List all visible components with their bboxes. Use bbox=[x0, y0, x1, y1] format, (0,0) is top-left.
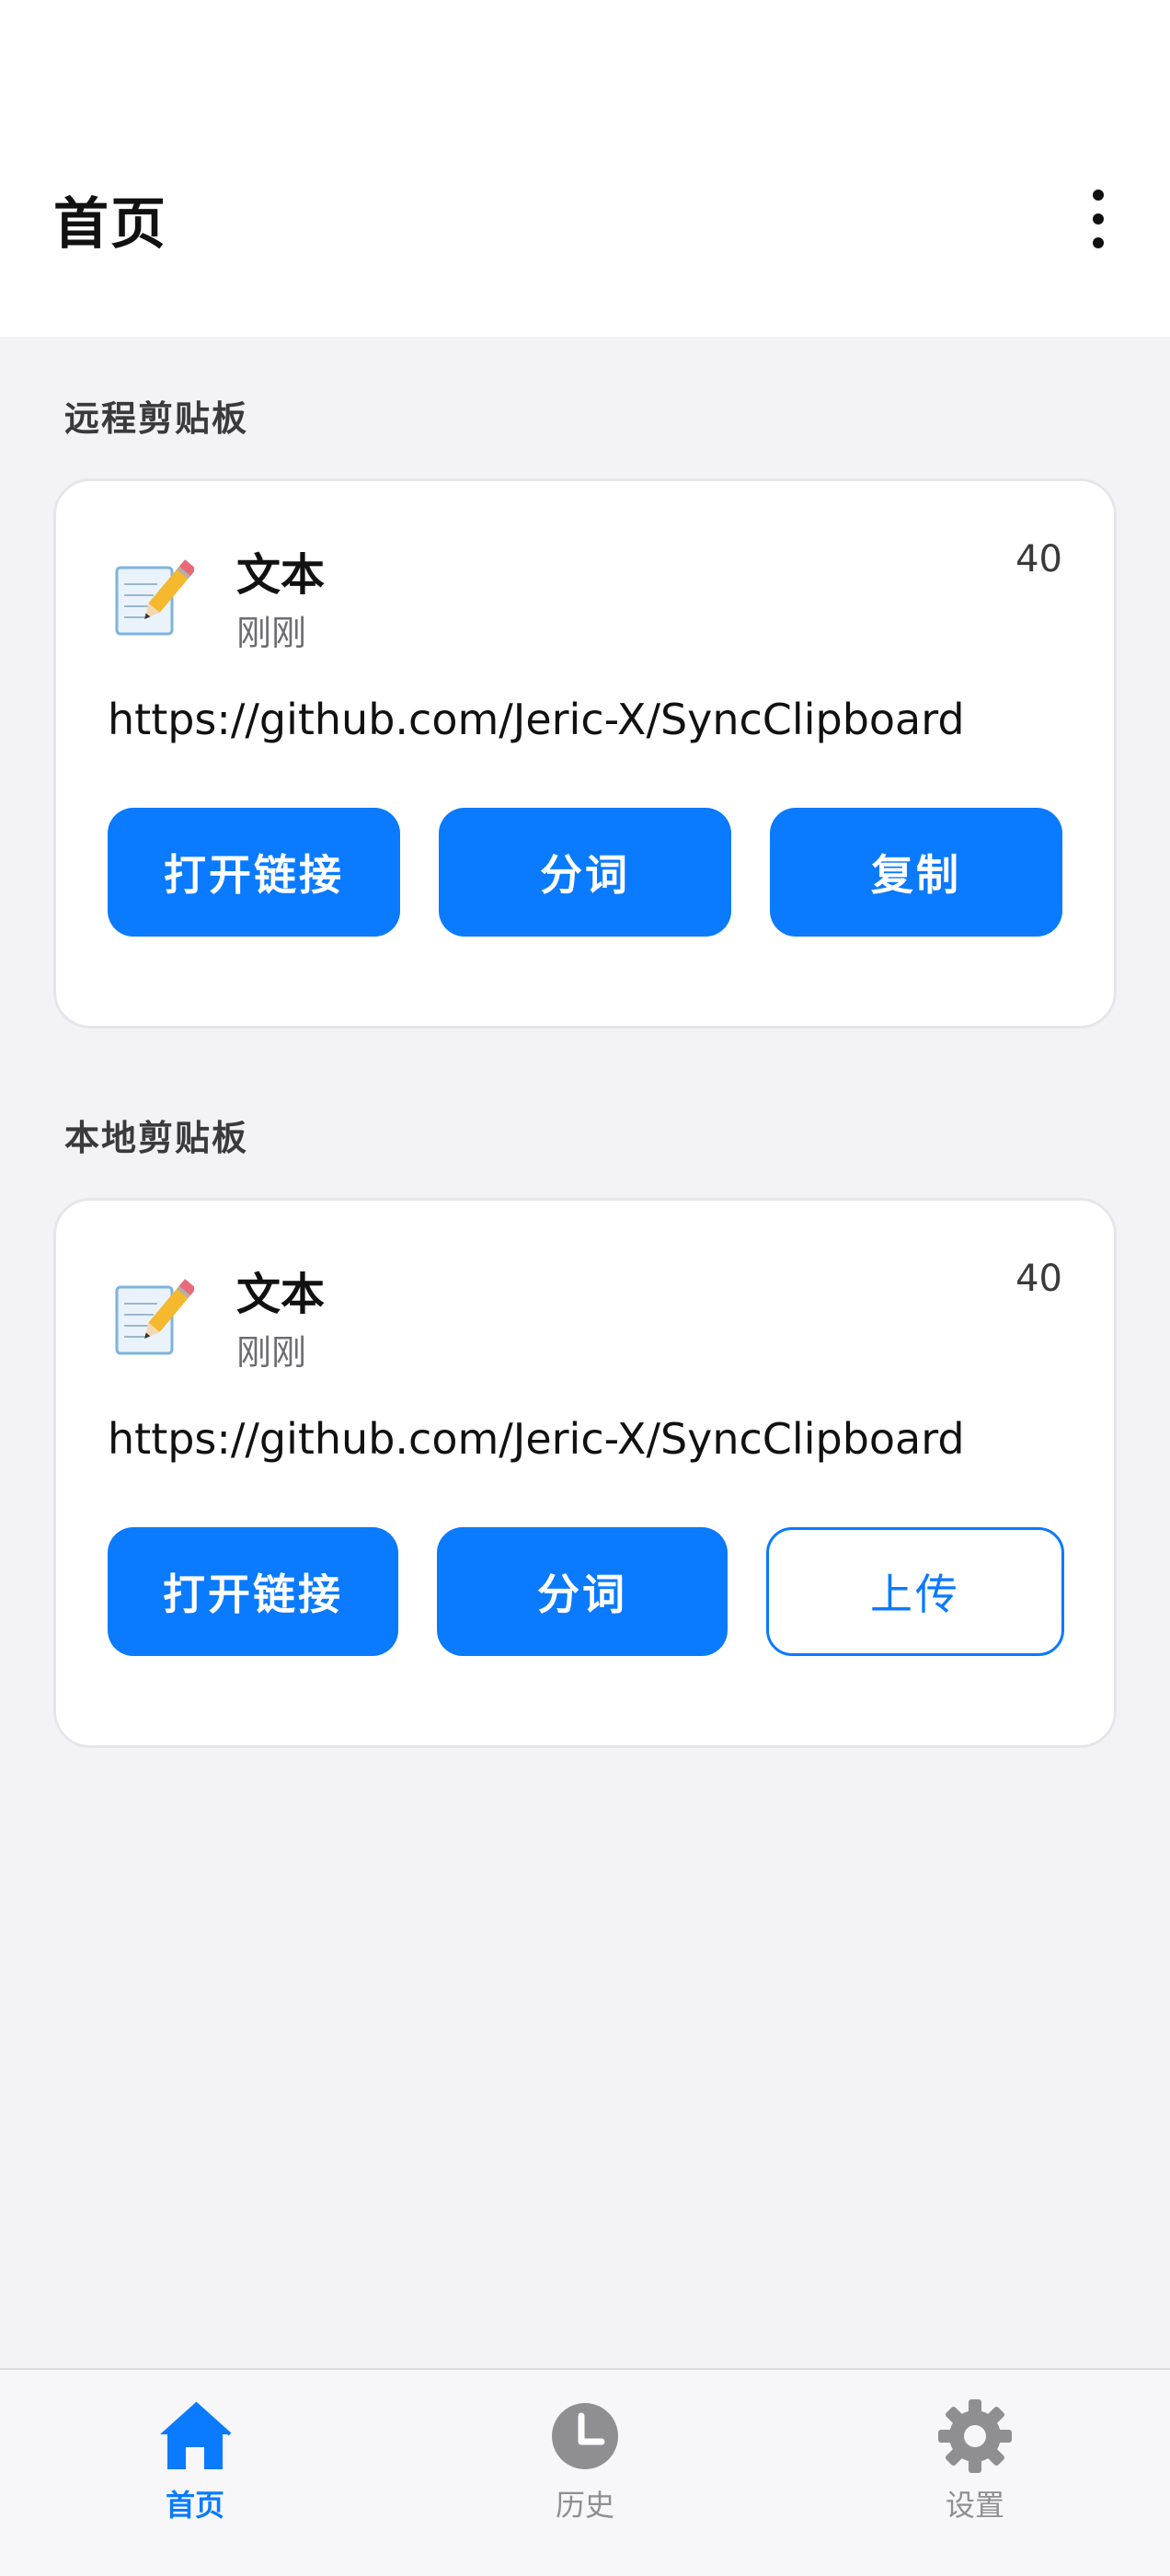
bottom-nav: 首页 历史 设置 bbox=[0, 2368, 1170, 2576]
local-clipboard-label: 本地剪贴板 bbox=[64, 1118, 249, 1158]
card-type-label: 文本 bbox=[236, 1269, 326, 1320]
open-link-button[interactable]: 打开链接 bbox=[108, 808, 400, 937]
memo-pencil-icon bbox=[115, 559, 194, 636]
card-time-label: 刚刚 bbox=[236, 1332, 307, 1373]
app-header: 首页 bbox=[0, 147, 1170, 337]
more-dot-icon bbox=[1093, 237, 1104, 248]
card-content-text: https://github.com/Jeric-X/SyncClipboard bbox=[108, 1414, 965, 1464]
nav-item-settings[interactable]: 设置 bbox=[883, 2398, 1067, 2524]
app-root: 首页 远程剪贴板 文本 刚刚 40 https://github.com/Jer… bbox=[0, 0, 1170, 2576]
gear-icon bbox=[938, 2399, 1012, 2473]
open-link-button[interactable]: 打开链接 bbox=[108, 1527, 398, 1656]
upload-button[interactable]: 上传 bbox=[766, 1527, 1064, 1656]
local-clipboard-card: 文本 刚刚 40 https://github.com/Jeric-X/Sync… bbox=[53, 1198, 1117, 1748]
segment-words-button[interactable]: 分词 bbox=[439, 808, 731, 937]
more-dot-icon bbox=[1093, 213, 1104, 224]
card-char-count: 40 bbox=[1015, 538, 1062, 581]
status-bar bbox=[0, 0, 1170, 147]
home-icon bbox=[160, 2401, 232, 2469]
card-time-label: 刚刚 bbox=[236, 613, 307, 653]
remote-clipboard-label: 远程剪贴板 bbox=[64, 398, 249, 439]
nav-label: 首页 bbox=[165, 2488, 224, 2523]
card-content-text: https://github.com/Jeric-X/SyncClipboard bbox=[108, 695, 965, 744]
clock-icon bbox=[552, 2403, 618, 2469]
nav-item-history[interactable]: 历史 bbox=[493, 2398, 677, 2524]
copy-button[interactable]: 复制 bbox=[770, 808, 1062, 937]
segment-words-button[interactable]: 分词 bbox=[437, 1527, 728, 1656]
remote-clipboard-card: 文本 刚刚 40 https://github.com/Jeric-X/Sync… bbox=[53, 478, 1117, 1029]
more-dot-icon bbox=[1093, 190, 1104, 201]
more-options-button[interactable] bbox=[1071, 178, 1126, 260]
card-type-label: 文本 bbox=[236, 549, 326, 601]
nav-item-home[interactable]: 首页 bbox=[103, 2398, 287, 2524]
card-char-count: 40 bbox=[1015, 1258, 1062, 1300]
nav-label: 设置 bbox=[945, 2488, 1004, 2523]
nav-label: 历史 bbox=[555, 2488, 614, 2523]
page-title: 首页 bbox=[53, 191, 167, 257]
memo-pencil-icon bbox=[115, 1279, 194, 1355]
